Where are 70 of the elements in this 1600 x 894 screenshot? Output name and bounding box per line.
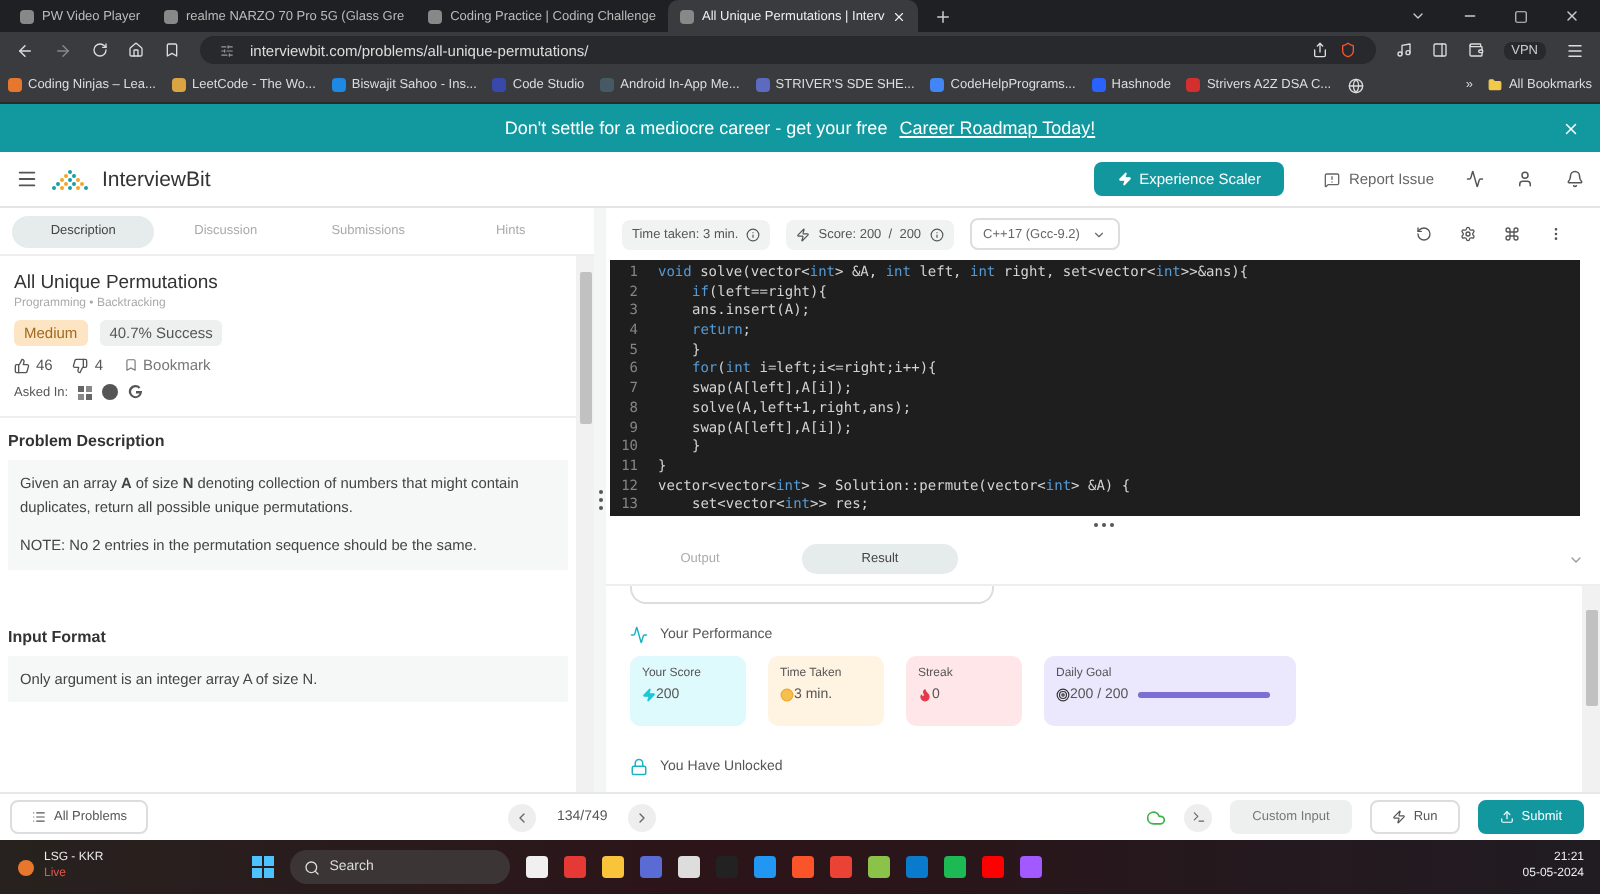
thumbs-up-icon [14, 357, 30, 373]
site-icon [679, 9, 694, 23]
thumbs-down-icon [72, 357, 89, 373]
scrollbar[interactable] [1582, 586, 1600, 792]
report-icon [1324, 171, 1341, 187]
lightning-icon [642, 688, 656, 702]
close-icon[interactable] [1564, 8, 1580, 24]
search-icon [303, 859, 320, 875]
reload-icon[interactable] [92, 42, 108, 58]
app-icon[interactable] [867, 856, 890, 878]
shield-icon[interactable] [1339, 42, 1356, 58]
user-icon[interactable] [1516, 170, 1534, 188]
flame-icon [918, 688, 932, 702]
activity-icon [630, 626, 648, 644]
bell-icon[interactable] [1566, 170, 1584, 188]
lightning-icon [1391, 810, 1406, 824]
lightning-icon [1117, 172, 1132, 186]
logo-text: InterviewBit [102, 167, 211, 191]
site-icon [164, 9, 179, 23]
info-icon[interactable] [929, 227, 944, 241]
forward-icon[interactable] [54, 41, 72, 59]
google-icon [128, 384, 145, 400]
problem-title: All Unique Permutations [14, 272, 220, 294]
scrollbar[interactable] [576, 256, 594, 792]
upload-icon [1499, 810, 1514, 824]
target-icon [1056, 688, 1070, 702]
command-icon[interactable] [1504, 226, 1520, 242]
app-icon[interactable] [677, 856, 700, 878]
section-heading: Input Format [8, 627, 108, 646]
bookmark-icon [123, 358, 138, 372]
code-editor[interactable] [610, 260, 1580, 516]
new-tab-icon[interactable] [934, 8, 953, 26]
app-icon[interactable] [525, 856, 548, 878]
activity-icon[interactable] [1466, 170, 1484, 188]
site-icon [428, 9, 443, 23]
section-heading: Problem Description [8, 432, 167, 450]
banner-text: Don't settle for a mediocre career - get your free [504, 118, 888, 138]
menu-icon[interactable] [16, 168, 38, 190]
app-icon[interactable] [943, 856, 966, 878]
music-icon[interactable] [1395, 42, 1412, 58]
wallet-icon[interactable] [1467, 42, 1484, 58]
bookmark-icon[interactable] [164, 42, 180, 58]
clock-icon [780, 688, 794, 702]
share-icon[interactable] [1311, 42, 1328, 58]
company-icon [78, 385, 93, 399]
site-icon [20, 9, 34, 23]
weather-icon [16, 855, 36, 879]
sidebar-icon[interactable] [1431, 42, 1448, 58]
info-icon[interactable] [746, 227, 761, 241]
back-icon[interactable] [16, 41, 34, 59]
chevron-down-icon [1091, 227, 1106, 241]
resize-handle-icon[interactable] [597, 490, 603, 510]
logo-icon [50, 167, 90, 191]
app-icon[interactable] [601, 856, 624, 878]
chevron-down-icon[interactable] [1410, 8, 1426, 24]
menu-icon[interactable] [1566, 41, 1584, 59]
maximize-icon[interactable] [1514, 9, 1528, 23]
globe-icon[interactable] [1347, 77, 1364, 93]
cloud-icon[interactable] [1146, 807, 1167, 827]
lightning-icon [796, 227, 811, 241]
site-settings-icon[interactable] [220, 43, 234, 57]
settings-icon[interactable] [1460, 226, 1476, 242]
resize-handle-icon[interactable] [1091, 522, 1115, 528]
folder-icon [1488, 78, 1503, 92]
reset-icon[interactable] [1416, 226, 1432, 242]
terminal-icon [1191, 810, 1206, 824]
lock-icon [630, 758, 648, 776]
home-icon[interactable] [128, 42, 144, 58]
list-icon [32, 810, 46, 824]
windows-icon[interactable] [251, 856, 274, 878]
